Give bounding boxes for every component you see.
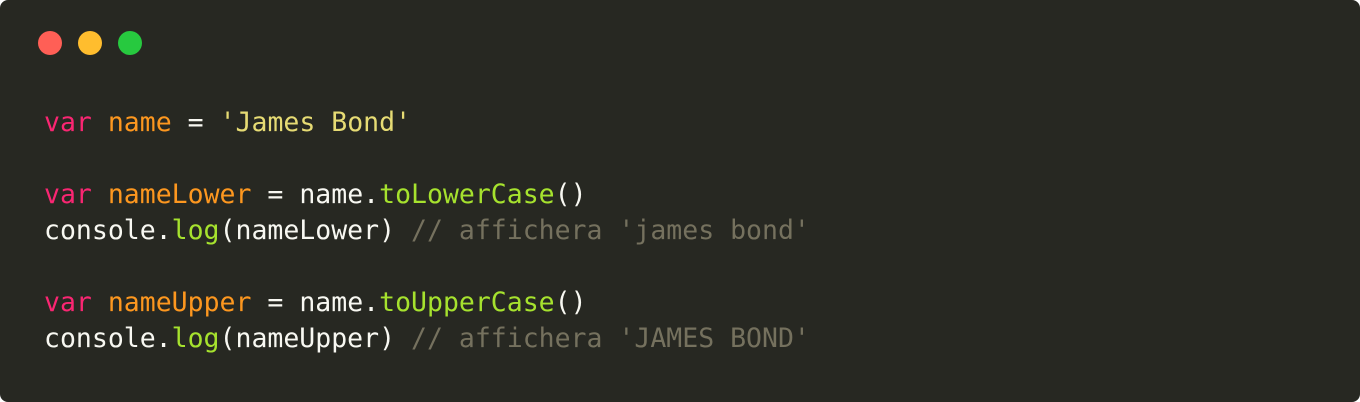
- code-token-punct: ): [379, 215, 396, 246]
- close-button[interactable]: [38, 31, 62, 55]
- code-line: console.log(nameUpper) // affichera 'JAM…: [44, 321, 810, 357]
- code-token-plain: name.: [299, 287, 380, 318]
- code-token-variable: nameUpper: [107, 287, 252, 318]
- code-token-operator: =: [187, 107, 204, 138]
- code-line: var nameUpper = name.toUpperCase(): [44, 285, 810, 321]
- code-token-punct: (: [219, 323, 236, 354]
- code-token-operator: =: [267, 287, 284, 318]
- code-token-variable: nameLower: [107, 179, 252, 210]
- code-token-plain: nameUpper: [235, 323, 380, 354]
- code-token-punct: (: [219, 215, 236, 246]
- window-controls: [38, 31, 142, 55]
- code-token-variable: name: [107, 107, 172, 138]
- code-token-keyword: var: [44, 287, 92, 318]
- code-line: console.log(nameLower) // affichera 'jam…: [44, 213, 810, 249]
- code-block: var name = 'James Bond'​var nameLower = …: [44, 105, 810, 357]
- code-line: var nameLower = name.toLowerCase(): [44, 177, 810, 213]
- code-token-function: log: [171, 323, 220, 354]
- code-token-function: log: [171, 215, 220, 246]
- code-token-comment: // affichera 'JAMES BOND': [411, 323, 810, 354]
- code-token-plain: console.: [44, 215, 172, 246]
- code-line: ​: [44, 249, 810, 285]
- code-token-punct: ): [379, 323, 396, 354]
- minimize-button[interactable]: [78, 31, 102, 55]
- code-token-plain: console.: [44, 323, 172, 354]
- code-token-punct: (): [554, 179, 587, 210]
- code-token-function: toLowerCase: [379, 179, 555, 210]
- maximize-button[interactable]: [118, 31, 142, 55]
- code-token-keyword: var: [44, 179, 92, 210]
- code-token-keyword: var: [44, 107, 92, 138]
- code-token-comment: // affichera 'james bond': [411, 215, 810, 246]
- code-line: ​: [44, 141, 810, 177]
- code-token-string: 'James Bond': [219, 107, 412, 138]
- code-window: var name = 'James Bond'​var nameLower = …: [0, 0, 1360, 402]
- code-line: var name = 'James Bond': [44, 105, 810, 141]
- code-token-plain: name.: [299, 179, 380, 210]
- code-token-plain: nameLower: [235, 215, 380, 246]
- code-token-function: toUpperCase: [379, 287, 555, 318]
- code-token-punct: (): [554, 287, 587, 318]
- code-token-operator: =: [267, 179, 284, 210]
